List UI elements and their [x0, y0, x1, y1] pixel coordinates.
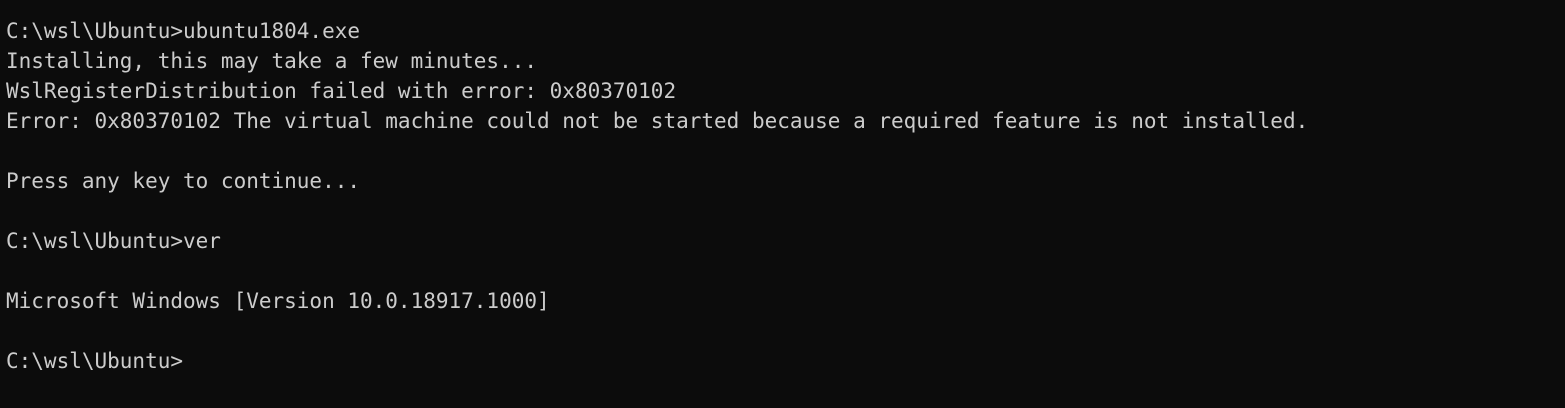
- output-installing: Installing, this may take a few minutes.…: [6, 49, 538, 73]
- command-line-ubuntu1804: C:\wsl\Ubuntu>ubuntu1804.exe: [6, 19, 361, 43]
- output-press-any-key: Press any key to continue...: [6, 169, 361, 193]
- output-register-error: WslRegisterDistribution failed with erro…: [6, 79, 677, 103]
- command-line-ver: C:\wsl\Ubuntu>ver: [6, 229, 221, 253]
- command-prompt[interactable]: C:\wsl\Ubuntu>: [6, 346, 1565, 376]
- output-error-message: Error: 0x80370102 The virtual machine co…: [6, 109, 1309, 133]
- prompt-text: C:\wsl\Ubuntu>: [6, 349, 184, 373]
- output-windows-version: Microsoft Windows [Version 10.0.18917.10…: [6, 289, 550, 313]
- console-window[interactable]: C:\wsl\Ubuntu>ubuntu1804.exe Installing,…: [0, 0, 1565, 408]
